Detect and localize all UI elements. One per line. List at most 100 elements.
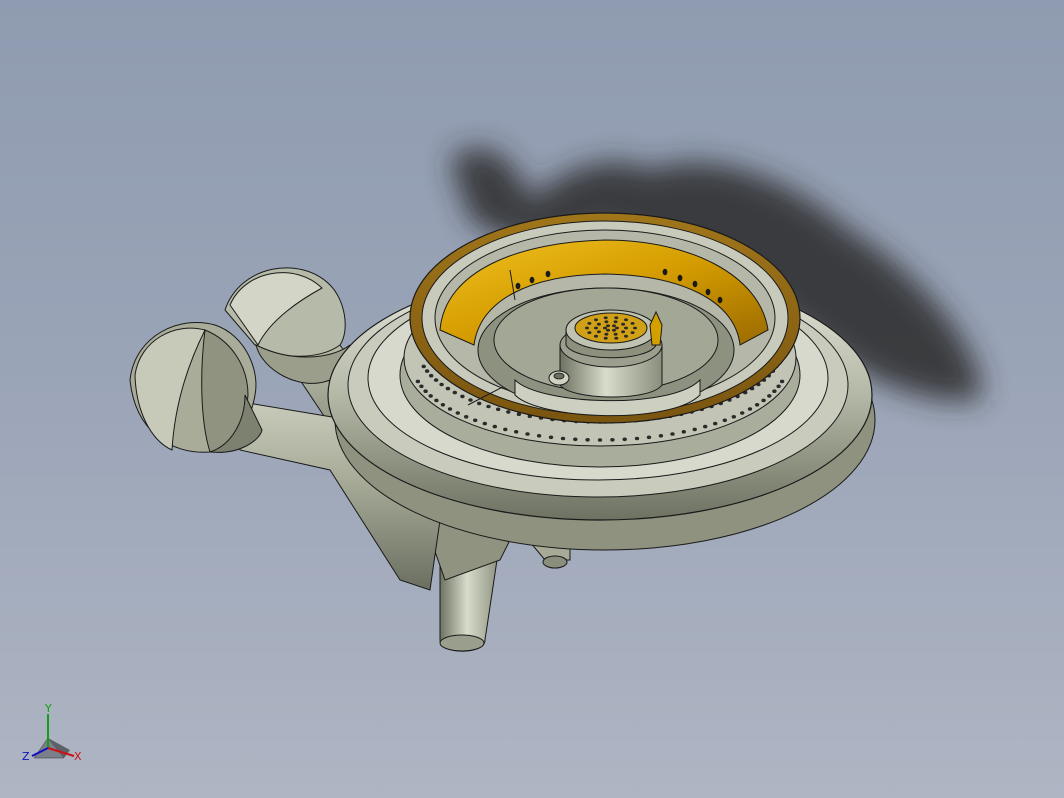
- burner-hole: [447, 407, 453, 411]
- burner-hole: [615, 326, 619, 330]
- burner-hole: [604, 320, 609, 324]
- burner-hole: [439, 382, 444, 387]
- burner-hole: [703, 424, 708, 429]
- burner-hole: [681, 430, 686, 434]
- burner-hole: [434, 398, 439, 403]
- burner-hole: [545, 270, 551, 278]
- burner-hole: [761, 398, 766, 403]
- burner-hole: [603, 336, 608, 340]
- burner-hole: [754, 403, 760, 407]
- burner-hole: [596, 330, 601, 334]
- burner-hole: [614, 336, 619, 340]
- burner-hole: [423, 389, 428, 394]
- burner-hole: [677, 274, 683, 282]
- burner-hole: [464, 415, 469, 419]
- burner-hole: [506, 410, 511, 414]
- burner-hole: [621, 330, 626, 334]
- burner-hole: [594, 334, 598, 338]
- burner-hole: [633, 326, 637, 330]
- burner-hole: [606, 328, 610, 332]
- burner-hole: [622, 437, 627, 442]
- burner-hole: [705, 288, 711, 296]
- burner-hole: [492, 424, 497, 429]
- burner-hole: [548, 435, 554, 440]
- burner-hole: [634, 436, 640, 441]
- burner-hole: [779, 379, 785, 384]
- burner-hole: [624, 318, 628, 322]
- ignition-screw: [548, 370, 570, 386]
- burner-hole: [525, 432, 530, 436]
- burner-hole: [614, 316, 619, 320]
- burner-hole: [597, 438, 603, 442]
- burner-hole: [624, 326, 628, 330]
- burner-hole: [692, 427, 697, 432]
- burner-hole: [503, 427, 508, 432]
- cad-graphics-viewport[interactable]: Y X Z: [0, 0, 1064, 798]
- z-axis-label: Z: [22, 750, 30, 763]
- burner-hole: [429, 373, 434, 378]
- burner-hole: [585, 438, 590, 442]
- burner-hole: [573, 437, 578, 442]
- burner-hole: [717, 296, 723, 304]
- burner-hole: [612, 324, 616, 328]
- burner-hole: [624, 334, 628, 338]
- burner-hole: [445, 386, 451, 391]
- burner-hole: [610, 438, 615, 442]
- burner-hole: [662, 268, 668, 276]
- burner-hole: [433, 378, 439, 382]
- burner-hole: [594, 318, 598, 322]
- burner-hole: [713, 421, 718, 426]
- burner-hole: [772, 389, 777, 394]
- burner-hole: [747, 407, 753, 411]
- burner-hole: [596, 322, 601, 326]
- y-axis-label: Y: [44, 702, 52, 715]
- burner-hole: [468, 398, 473, 402]
- burner-hole: [515, 282, 521, 290]
- burner-hole: [452, 390, 457, 395]
- burner-hole: [428, 394, 433, 398]
- burner-hole: [658, 434, 664, 438]
- burner-hole: [740, 411, 745, 415]
- burner-hole: [486, 404, 491, 409]
- burner-hole: [529, 276, 535, 284]
- burner-hole: [594, 326, 598, 330]
- burner-hole: [482, 421, 487, 426]
- burner-hole: [587, 322, 592, 325]
- burner-hole: [455, 411, 460, 415]
- burner-hole: [776, 384, 781, 389]
- burner-hole: [646, 435, 652, 440]
- burner-hole: [514, 430, 519, 434]
- coordinate-triad: Y X Z: [22, 702, 82, 763]
- burner-hole: [536, 434, 542, 438]
- burner-hole: [670, 432, 675, 436]
- burner-hole: [603, 326, 607, 330]
- burner-hole: [460, 394, 465, 399]
- burner-hole: [419, 384, 424, 389]
- burner-hole: [621, 322, 626, 326]
- burner-hole: [421, 364, 426, 369]
- burner-hole: [692, 280, 698, 288]
- burner-hole: [630, 331, 635, 334]
- burner-hole: [415, 379, 421, 384]
- burner-hole: [606, 324, 610, 328]
- burner-hole: [473, 418, 478, 423]
- burner-hole: [767, 394, 772, 398]
- burner-hole: [630, 322, 635, 325]
- burner-hole: [613, 332, 618, 336]
- burner-hole: [604, 332, 609, 336]
- burner-hole: [613, 320, 618, 324]
- burner-hole: [603, 316, 608, 320]
- burner-hole: [424, 369, 430, 373]
- burner-hole: [496, 407, 501, 412]
- burner-hole: [477, 401, 482, 406]
- x-axis-label: X: [74, 750, 82, 763]
- burner-hole: [585, 326, 589, 330]
- gas-burner-3d-model[interactable]: [0, 0, 1064, 798]
- center-burner: [559, 309, 663, 398]
- burner-hole: [731, 415, 736, 419]
- burner-hole: [722, 418, 727, 423]
- burner-hole: [440, 403, 446, 407]
- burner-hole: [560, 436, 566, 441]
- triad-base: [33, 737, 70, 759]
- burner-hole: [612, 328, 616, 332]
